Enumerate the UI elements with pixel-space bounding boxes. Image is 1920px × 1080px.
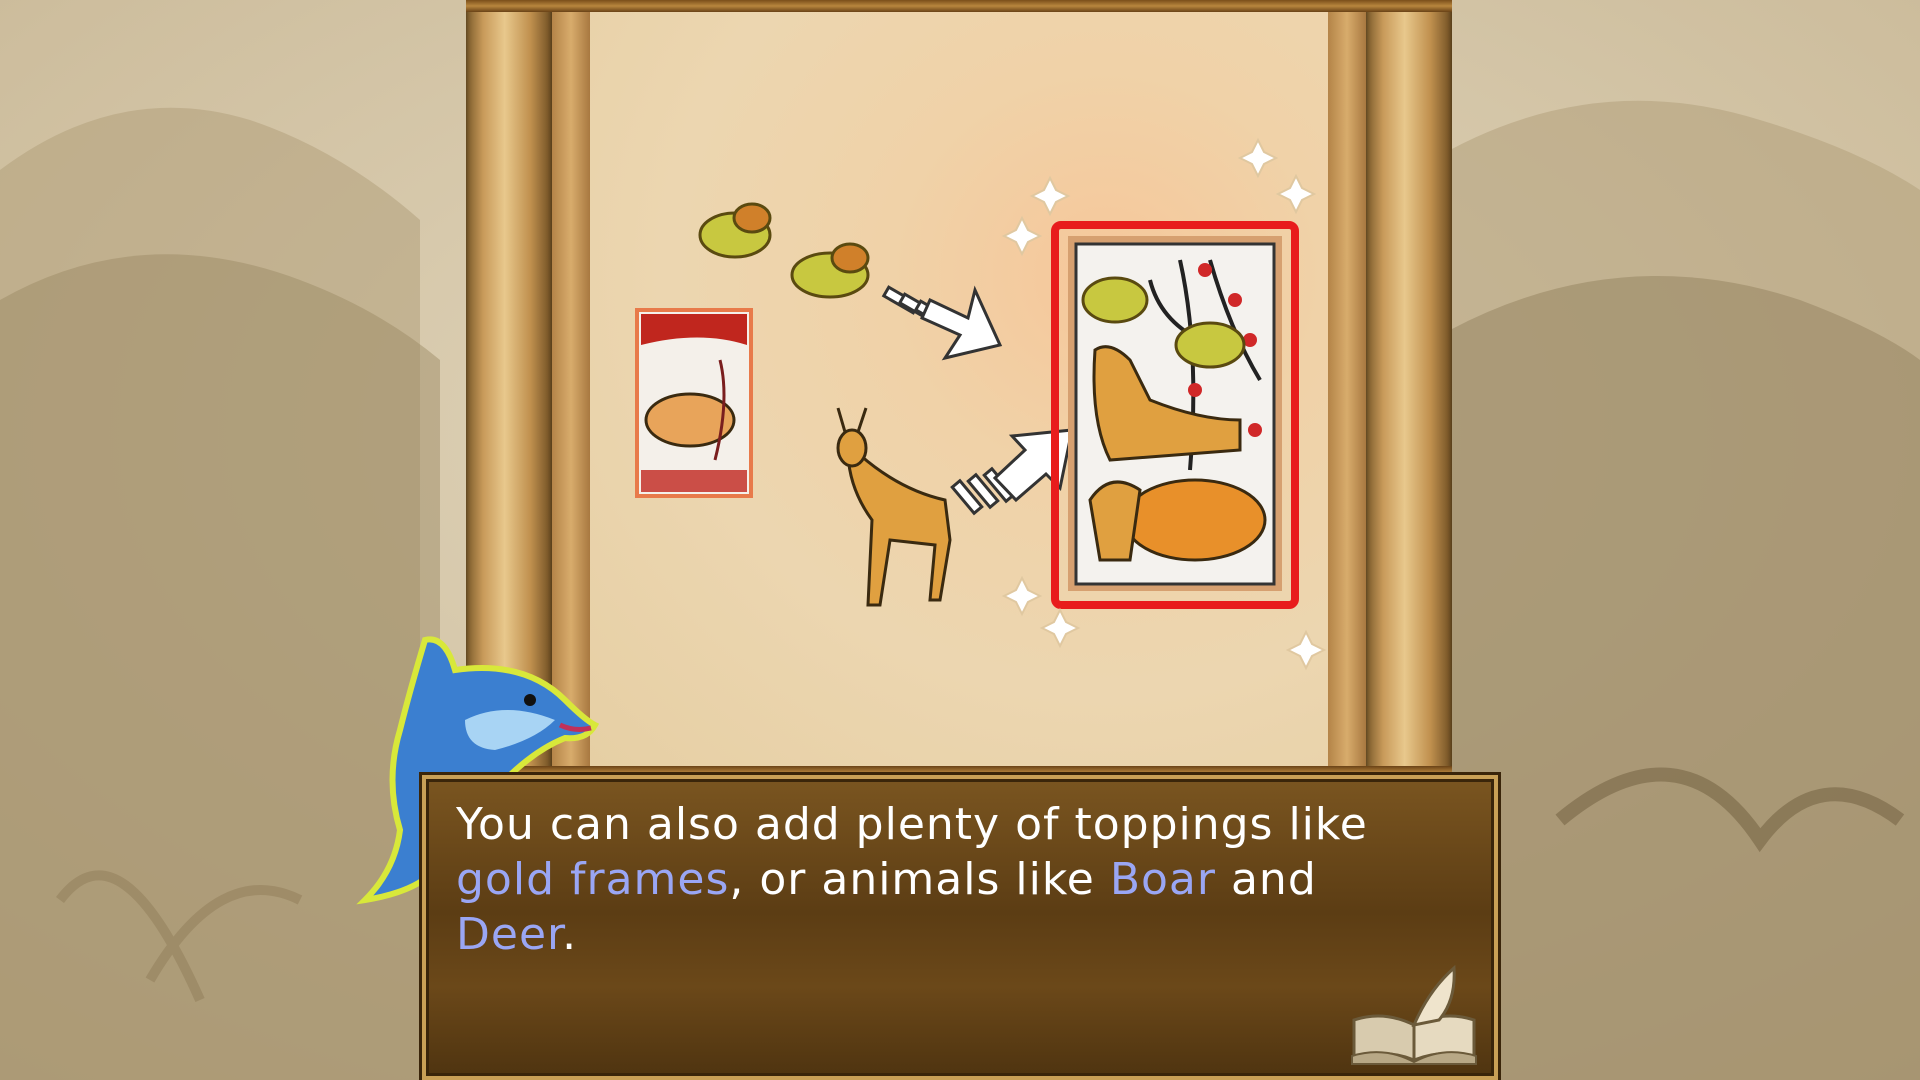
parchment	[590, 12, 1328, 766]
highlight-deer: Deer	[456, 909, 563, 960]
dialog-line-3-end: .	[562, 909, 578, 960]
dialog-line-1: You can also add plenty of toppings like	[456, 799, 1368, 850]
dialog-line-2-text: , or animals like	[729, 854, 1110, 905]
scroll-rod-right	[1366, 0, 1452, 780]
dialog-text: You can also add plenty of toppings like…	[456, 797, 1456, 962]
scroll-band-right	[1328, 0, 1366, 780]
open-book-icon[interactable]	[1344, 960, 1484, 1070]
dialog-box[interactable]: You can also add plenty of toppings like…	[422, 775, 1498, 1080]
highlight-gold-frames: gold frames	[456, 854, 730, 905]
dialog-line-2-end: and	[1215, 854, 1317, 905]
scroll-top-edge	[466, 0, 1452, 12]
highlight-boar: Boar	[1109, 854, 1216, 905]
